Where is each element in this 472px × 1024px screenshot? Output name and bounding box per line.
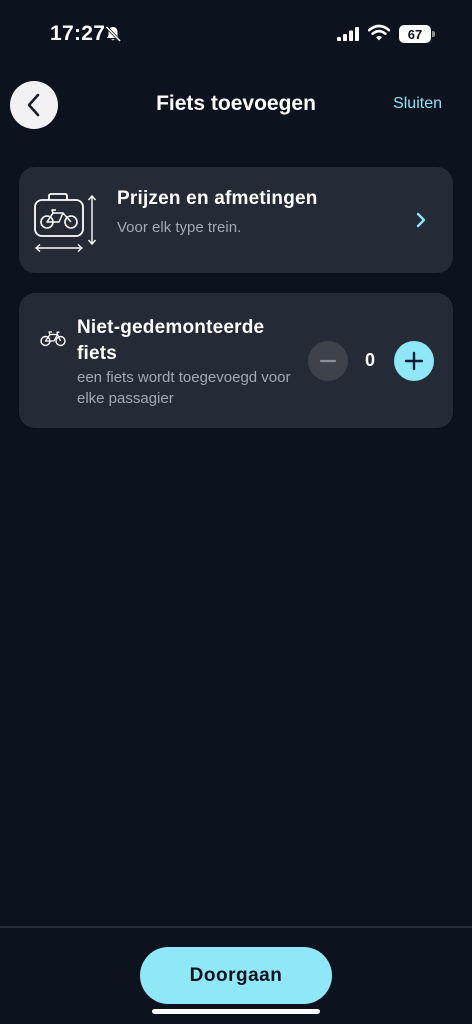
quantity-value: 0 — [364, 350, 375, 370]
bike-icon — [40, 331, 66, 352]
status-time: 17:27 — [50, 22, 106, 45]
prices-title: Prijzen en afmetingen — [117, 188, 318, 209]
bell-slash-icon — [104, 25, 122, 48]
battery-level: 67 — [407, 26, 423, 42]
minus-icon — [319, 359, 337, 363]
battery-icon: 67 — [399, 25, 431, 43]
bike-title: Niet-gedemonteerde fiets — [77, 317, 265, 364]
prices-subtitle: Voor elk type trein. — [117, 219, 242, 236]
decrease-quantity-button[interactable] — [308, 341, 348, 381]
close-link[interactable]: Sluiten — [393, 95, 442, 113]
continue-button[interactable]: Doorgaan — [140, 947, 332, 1004]
battery-tip — [432, 31, 435, 37]
bike-card: Niet-gedemonteerde fiets een fiets wordt… — [19, 293, 453, 428]
screen: 17:27 67 Fiets toevoegen Sluiten Prijzen… — [0, 0, 472, 1024]
chevron-right-icon — [415, 212, 427, 233]
signal-icon — [337, 27, 359, 46]
status-bar: 17:27 67 — [0, 0, 472, 70]
home-indicator — [152, 1009, 320, 1014]
bike-subtitle: een fiets wordt toegevoegd voor elke pas… — [77, 369, 291, 407]
prices-dimensions-card[interactable]: Prijzen en afmetingen Voor elk type trei… — [19, 167, 453, 273]
wifi-icon — [367, 24, 391, 46]
bottom-divider — [0, 926, 472, 928]
luggage-dimensions-icon — [33, 191, 101, 258]
plus-icon — [404, 351, 424, 371]
increase-quantity-button[interactable] — [394, 341, 434, 381]
